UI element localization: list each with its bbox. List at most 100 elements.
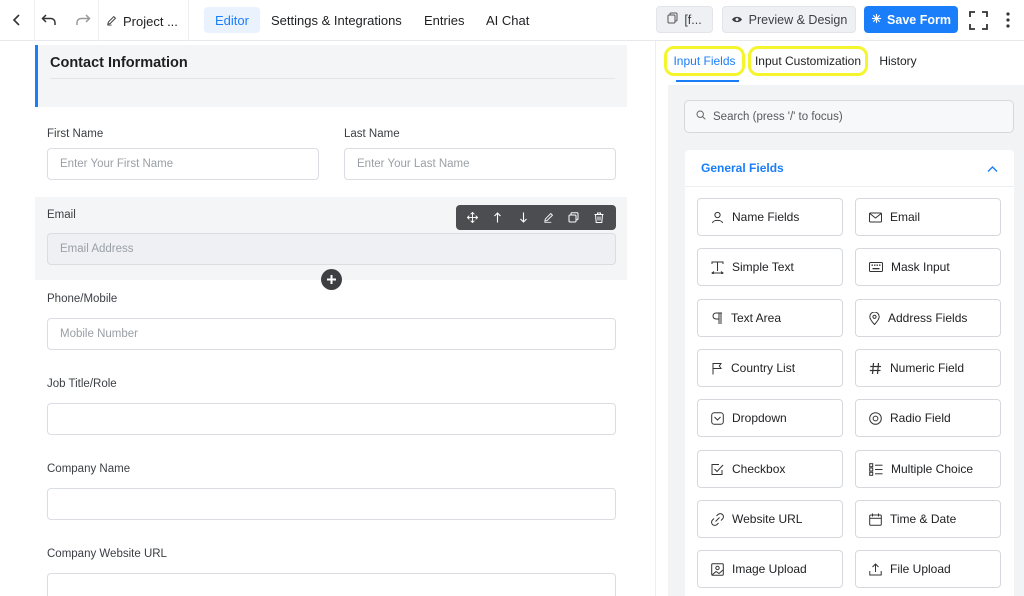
fullscreen-icon[interactable] (967, 10, 989, 30)
undo-icon[interactable] (40, 11, 58, 29)
list-icon (869, 462, 883, 476)
move-icon[interactable] (464, 209, 482, 227)
field-multiple-choice[interactable]: Multiple Choice (855, 450, 1001, 488)
checkbox-icon (711, 463, 724, 475)
tab-input-customization[interactable]: Input Customization (748, 46, 868, 76)
add-field-button[interactable] (321, 269, 342, 290)
radio-icon (869, 411, 882, 425)
tab-history[interactable]: History (872, 46, 924, 76)
field-email[interactable]: Email (855, 198, 1001, 236)
field-radio-field[interactable]: Radio Field (855, 399, 1001, 437)
shortcode-label: [f... (684, 12, 702, 27)
tab-settings-integrations[interactable]: Settings & Integrations (260, 7, 413, 33)
field-numeric-field[interactable]: Numeric Field (855, 349, 1001, 387)
field-actions-toolbar (456, 205, 616, 230)
flag-icon (712, 362, 722, 374)
upload-icon (869, 562, 882, 575)
preview-design-button[interactable]: Preview & Design (722, 6, 856, 33)
field-label: Website URL (732, 512, 803, 526)
phone-input[interactable]: Mobile Number (47, 318, 616, 350)
field-time-date[interactable]: Time & Date (855, 500, 1001, 538)
field-label: Name Fields (732, 210, 800, 224)
field-label: Checkbox (732, 462, 786, 476)
calendar-icon (869, 513, 882, 526)
field-checkbox[interactable]: Checkbox (697, 450, 843, 488)
top-bar: Project ... Editor Settings & Integratio… (0, 0, 1024, 41)
project-name[interactable]: Project ... (106, 12, 178, 30)
project-name-label: Project ... (123, 13, 178, 29)
back-chevron-icon[interactable] (9, 11, 25, 29)
duplicate-icon[interactable] (565, 209, 583, 227)
search-fields-input[interactable]: Search (press '/' to focus) (684, 100, 1014, 133)
section-header[interactable]: Contact Information (35, 45, 627, 107)
separator (188, 0, 189, 41)
last-name-input[interactable]: Enter Your Last Name (344, 148, 616, 180)
last-name-label: Last Name (344, 128, 400, 140)
redo-icon[interactable] (74, 11, 92, 29)
field-website-url[interactable]: Website URL (697, 500, 843, 538)
trash-icon[interactable] (590, 209, 608, 227)
field-text-area[interactable]: Text Area (697, 299, 843, 337)
separator (98, 0, 99, 41)
chevron-up-icon[interactable] (987, 161, 998, 176)
panel-divider (655, 41, 656, 596)
user-icon (712, 211, 723, 223)
company-name-label: Company Name (47, 463, 131, 475)
general-fields-title[interactable]: General Fields (701, 161, 784, 175)
keyboard-icon (869, 262, 883, 272)
field-address-fields[interactable]: Address Fields (855, 299, 1001, 337)
field-simple-text[interactable]: Simple Text (697, 248, 843, 286)
save-form-button[interactable]: Save Form (864, 6, 958, 33)
field-label: Country List (731, 361, 796, 375)
location-pin-icon (869, 311, 880, 325)
field-file-upload[interactable]: File Upload (855, 550, 1001, 588)
separator (34, 0, 35, 41)
save-form-label: Save Form (887, 12, 951, 27)
field-image-upload[interactable]: Image Upload (697, 550, 843, 588)
email-input[interactable]: Email Address (47, 233, 616, 265)
section-title: Contact Information (50, 55, 188, 71)
field-label: Image Upload (732, 562, 807, 576)
hash-icon (869, 362, 881, 374)
search-icon (696, 110, 706, 123)
search-placeholder: Search (press '/' to focus) (713, 110, 843, 123)
tab-ai-chat[interactable]: AI Chat (475, 7, 540, 33)
field-country-list[interactable]: Country List (697, 349, 843, 387)
field-label: Mask Input (891, 260, 950, 274)
arrow-up-icon[interactable] (489, 209, 507, 227)
dropdown-icon (711, 411, 724, 425)
preview-label: Preview & Design (748, 12, 848, 27)
company-website-input[interactable] (47, 573, 616, 596)
first-name-label: First Name (47, 128, 104, 140)
image-icon (711, 562, 724, 576)
tab-entries[interactable]: Entries (413, 7, 475, 33)
field-label: Radio Field (890, 411, 951, 425)
first-name-input[interactable]: Enter Your First Name (47, 148, 319, 180)
group-divider (685, 186, 1014, 187)
company-name-input[interactable] (47, 488, 616, 520)
field-label: Numeric Field (890, 361, 965, 375)
arrow-down-icon[interactable] (514, 209, 532, 227)
edit-icon[interactable] (540, 209, 558, 227)
section-divider (50, 78, 615, 79)
field-mask-input[interactable]: Mask Input (855, 248, 1001, 286)
eye-icon (731, 13, 743, 27)
job-title-input[interactable] (47, 403, 616, 435)
field-name-fields[interactable]: Name Fields (697, 198, 843, 236)
copy-icon (667, 12, 678, 27)
pencil-icon (106, 14, 117, 29)
field-dropdown[interactable]: Dropdown (697, 399, 843, 437)
more-menu-icon[interactable] (1001, 10, 1015, 30)
tab-editor[interactable]: Editor (204, 7, 260, 33)
active-tab-indicator (676, 80, 739, 82)
field-label: File Upload (890, 562, 951, 576)
tab-input-fields[interactable]: Input Fields (664, 46, 745, 76)
phone-label: Phone/Mobile (47, 293, 118, 305)
job-title-label: Job Title/Role (47, 378, 117, 390)
field-label: Multiple Choice (891, 462, 974, 476)
company-website-label: Company Website URL (47, 548, 167, 560)
field-label: Address Fields (888, 311, 968, 325)
field-label: Text Area (731, 311, 782, 325)
email-label: Email (47, 209, 76, 221)
shortcode-button[interactable]: [f... (656, 6, 713, 33)
